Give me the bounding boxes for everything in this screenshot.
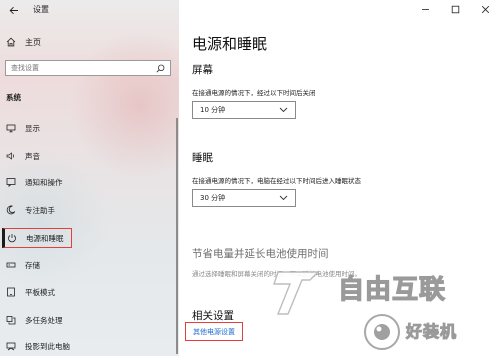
close-button[interactable] bbox=[470, 0, 500, 18]
moon-icon bbox=[6, 205, 16, 215]
section-label: 系统 bbox=[6, 93, 21, 102]
maximize-button[interactable] bbox=[440, 0, 470, 18]
back-button[interactable] bbox=[5, 3, 23, 17]
chevron-down-icon bbox=[279, 195, 288, 201]
watermark-badge-text: 好装机 bbox=[405, 322, 458, 342]
monitor-icon bbox=[6, 123, 16, 133]
sleep-description: 在接通电源的情况下，电脑在经过以下时间后进入睡眠状态 bbox=[192, 177, 361, 185]
sidebar-item-project-to-pc[interactable]: 投影到此电脑 bbox=[0, 338, 179, 354]
watermark-badge-icon bbox=[364, 314, 400, 350]
screen-description: 在接通电源的情况下，经过以下时间后关闭 bbox=[192, 89, 316, 97]
search-input[interactable] bbox=[11, 64, 141, 72]
storage-icon bbox=[6, 260, 16, 270]
screen-timeout-dropdown[interactable]: 10 分钟 bbox=[192, 101, 296, 119]
search-box[interactable] bbox=[5, 60, 171, 76]
sidebar-item-sound[interactable]: 声音 bbox=[0, 148, 179, 164]
sidebar-item-label: 投影到此电脑 bbox=[25, 341, 70, 351]
app-title: 设置 bbox=[33, 5, 49, 14]
back-arrow-icon bbox=[9, 6, 18, 14]
sidebar-item-focus-assist[interactable]: 专注助手 bbox=[0, 202, 179, 218]
sidebar-item-label: 多任务处理 bbox=[25, 315, 63, 325]
sidebar-item-label: 主页 bbox=[25, 37, 41, 47]
sidebar-item-home[interactable]: 主页 bbox=[0, 34, 179, 50]
sleep-timeout-dropdown[interactable]: 30 分钟 bbox=[192, 189, 296, 207]
window-controls bbox=[410, 0, 500, 18]
projector-icon bbox=[6, 341, 16, 351]
page-title: 电源和睡眠 bbox=[192, 35, 268, 53]
sidebar-item-label: 通知和操作 bbox=[25, 177, 63, 187]
minimize-button[interactable] bbox=[410, 0, 440, 18]
tablet-icon bbox=[6, 287, 16, 297]
sidebar-item-label: 电源和睡眠 bbox=[26, 233, 64, 243]
dropdown-value: 30 分钟 bbox=[200, 194, 226, 202]
sidebar-item-tablet-mode[interactable]: 平板模式 bbox=[0, 284, 179, 300]
sidebar-item-label: 存储 bbox=[25, 260, 40, 270]
watermark-brand: 自由互联 bbox=[337, 274, 447, 305]
sidebar-item-storage[interactable]: 存储 bbox=[0, 257, 179, 273]
sidebar-item-label: 专注助手 bbox=[25, 205, 55, 215]
sidebar-scrollbar[interactable] bbox=[176, 118, 178, 354]
minimize-icon bbox=[421, 8, 429, 10]
speaker-icon bbox=[6, 151, 16, 161]
power-icon bbox=[7, 233, 17, 243]
related-settings-heading: 相关设置 bbox=[192, 310, 234, 322]
sidebar-item-label: 声音 bbox=[25, 151, 40, 161]
multitask-icon bbox=[6, 315, 16, 325]
maximize-icon bbox=[451, 5, 459, 13]
home-icon bbox=[6, 37, 16, 47]
dropdown-value: 10 分钟 bbox=[200, 106, 226, 114]
close-icon bbox=[481, 5, 489, 13]
additional-power-settings-link[interactable]: 其他电源设置 bbox=[185, 322, 243, 341]
sleep-heading: 睡眠 bbox=[192, 152, 213, 164]
search-icon[interactable] bbox=[156, 64, 165, 73]
sidebar-item-power-sleep[interactable]: 电源和睡眠 bbox=[2, 228, 72, 248]
screen-heading: 屏幕 bbox=[192, 64, 213, 76]
chevron-down-icon bbox=[279, 107, 288, 113]
sidebar-item-label: 平板模式 bbox=[25, 287, 55, 297]
sidebar: 设置 主页 系统 显示 声音 通知和操作 专注助 bbox=[0, 0, 179, 356]
sidebar-item-label: 显示 bbox=[25, 123, 40, 133]
notification-icon bbox=[6, 177, 16, 187]
sidebar-item-display[interactable]: 显示 bbox=[0, 120, 179, 136]
sidebar-item-multitasking[interactable]: 多任务处理 bbox=[0, 312, 179, 328]
sidebar-item-notifications[interactable]: 通知和操作 bbox=[0, 174, 179, 190]
